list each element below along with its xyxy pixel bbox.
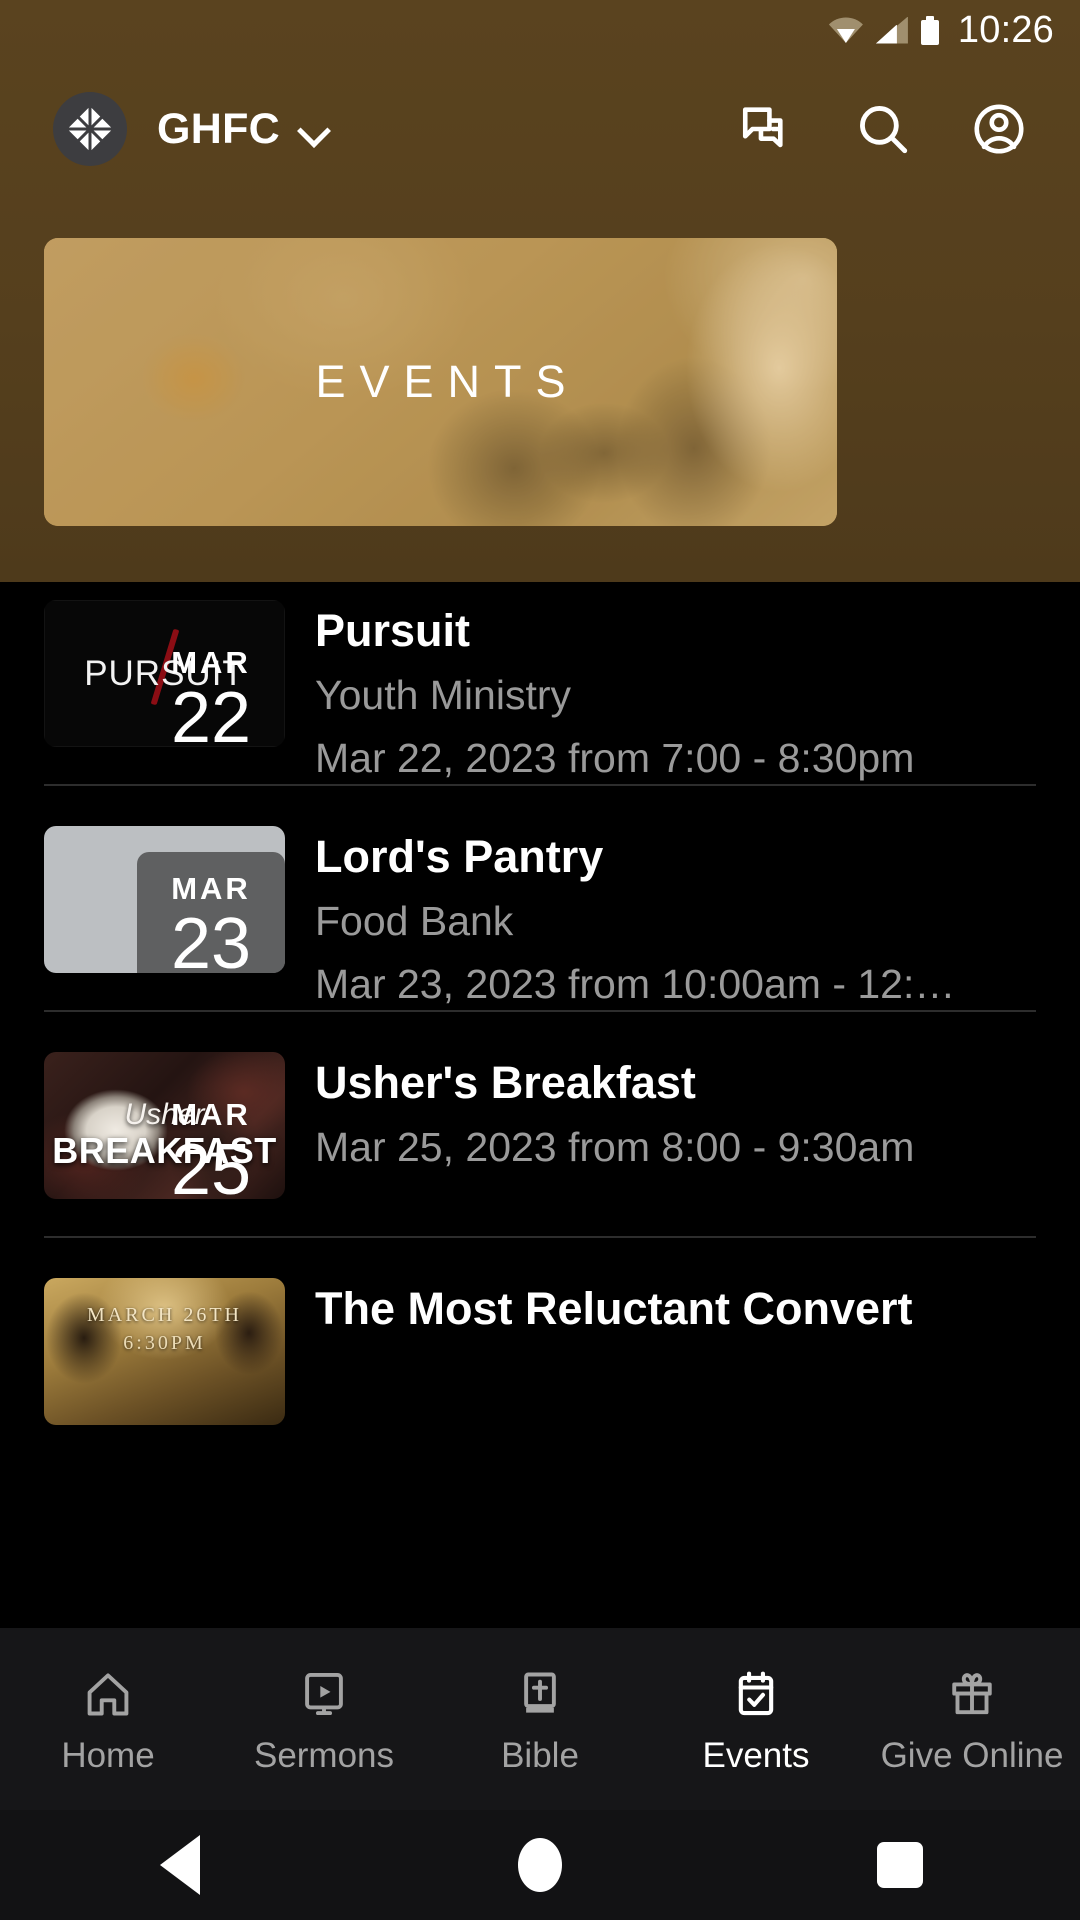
account-icon[interactable] <box>970 100 1028 158</box>
event-text-block: Pursuit Youth Ministry Mar 22, 2023 from… <box>315 560 1036 782</box>
date-badge-month: MAR <box>171 870 251 906</box>
app-bar-actions <box>738 100 1028 158</box>
event-text-block: Usher's Breakfast Mar 25, 2023 from 8:00… <box>315 1012 1036 1171</box>
battery-icon <box>920 15 939 45</box>
hero-title: EVENTS <box>315 356 580 407</box>
messages-icon[interactable] <box>738 100 796 158</box>
chevron-down-icon[interactable] <box>300 116 326 142</box>
app-screen: 10:26 GHFC EVENTS PURSUIT MAR 22 Pursuit… <box>0 0 1080 1920</box>
home-icon <box>80 1666 136 1722</box>
gift-icon <box>944 1666 1000 1722</box>
status-bar-clock: 10:26 <box>957 9 1054 51</box>
home-circle-icon[interactable] <box>480 1810 600 1920</box>
event-text-block: Lord's Pantry Food Bank Mar 23, 2023 fro… <box>315 786 1036 1008</box>
cellular-signal-icon <box>875 16 908 44</box>
date-badge: MAR 22 <box>137 626 285 748</box>
app-bar: GHFC <box>0 86 1080 172</box>
event-thumbnail: MAR 23 <box>44 826 285 973</box>
event-subtitle: Food Bank <box>315 898 514 945</box>
android-system-nav <box>0 1810 1080 1920</box>
tab-events[interactable]: Events <box>648 1666 864 1773</box>
back-triangle-icon[interactable] <box>120 1810 240 1920</box>
event-text-block: The Most Reluctant Convert <box>315 1238 1036 1334</box>
calendar-check-icon <box>728 1666 784 1722</box>
event-datetime: Mar 23, 2023 from 10:00am - 12:… <box>315 961 956 1008</box>
list-item[interactable]: PURSUIT MAR 22 Pursuit Youth Ministry Ma… <box>0 560 1080 786</box>
recents-square-icon[interactable] <box>840 1810 960 1920</box>
tab-home[interactable]: Home <box>0 1666 216 1773</box>
event-title: Pursuit <box>315 606 471 656</box>
thumbnail-label-2: 6:30PM <box>123 1332 206 1354</box>
list-item[interactable]: Usher BREAKFAST MAR 25 Usher's Breakfast… <box>0 1012 1080 1238</box>
date-badge-month: MAR <box>171 644 251 680</box>
event-title: Lord's Pantry <box>315 832 604 882</box>
event-title: The Most Reluctant Convert <box>315 1284 913 1334</box>
event-thumbnail: MARCH 26TH 6:30PM <box>44 1278 285 1425</box>
bible-icon <box>512 1666 568 1722</box>
date-badge-day: 25 <box>170 1129 252 1200</box>
event-thumbnail: PURSUIT MAR 22 <box>44 600 285 747</box>
tab-bible[interactable]: Bible <box>432 1666 648 1773</box>
event-datetime: Mar 25, 2023 from 8:00 - 9:30am <box>315 1124 915 1171</box>
events-list: PURSUIT MAR 22 Pursuit Youth Ministry Ma… <box>0 560 1080 1464</box>
event-subtitle: Youth Ministry <box>315 672 571 719</box>
event-datetime: Mar 22, 2023 from 7:00 - 8:30pm <box>315 735 915 782</box>
tab-label: Bible <box>501 1735 579 1775</box>
church-diamond-logo-icon[interactable] <box>53 92 127 166</box>
date-badge: MAR 25 <box>137 1078 285 1200</box>
bottom-tab-bar: Home Sermons Bible Events Give Online <box>0 1628 1080 1810</box>
sermons-icon <box>296 1666 352 1722</box>
tab-sermons[interactable]: Sermons <box>216 1666 432 1773</box>
wifi-icon <box>829 17 863 43</box>
org-name[interactable]: GHFC <box>157 105 280 154</box>
tab-give-online[interactable]: Give Online <box>864 1666 1080 1773</box>
date-badge: MAR 23 <box>137 852 285 973</box>
date-badge-day: 23 <box>170 903 252 974</box>
tab-label: Home <box>61 1735 155 1775</box>
list-item[interactable]: MARCH 26TH 6:30PM The Most Reluctant Con… <box>0 1238 1080 1464</box>
date-badge-day: 22 <box>170 677 252 748</box>
list-item[interactable]: MAR 23 Lord's Pantry Food Bank Mar 23, 2… <box>0 786 1080 1012</box>
event-thumbnail: Usher BREAKFAST MAR 25 <box>44 1052 285 1199</box>
tab-label: Give Online <box>880 1735 1064 1775</box>
search-icon[interactable] <box>854 100 912 158</box>
events-hero-banner: EVENTS <box>44 238 837 526</box>
tab-label: Sermons <box>253 1735 395 1775</box>
date-badge-month: MAR <box>171 1096 251 1132</box>
thumbnail-label: MARCH 26TH <box>86 1304 242 1326</box>
tab-label: Events <box>702 1735 810 1775</box>
event-title: Usher's Breakfast <box>315 1058 696 1108</box>
status-bar: 10:26 <box>0 0 1080 60</box>
